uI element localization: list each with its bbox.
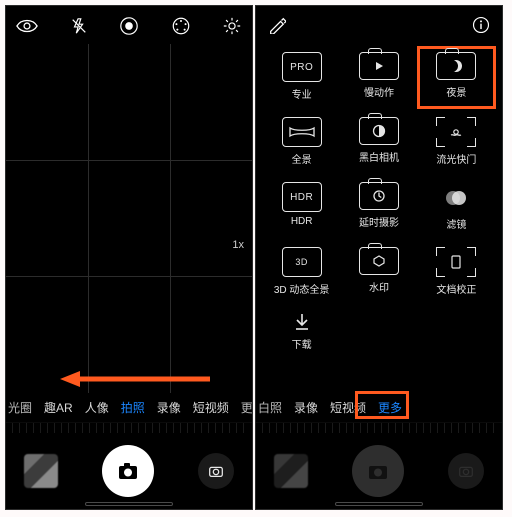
live-photo-icon[interactable] — [119, 16, 139, 36]
mode-photo[interactable]: 拍照 — [121, 399, 145, 416]
tile-label: 夜景 — [446, 84, 466, 99]
tile-label: 黑白相机 — [359, 149, 399, 164]
tile-label: HDR — [291, 216, 313, 227]
tile-slow-motion[interactable]: 慢动作 — [341, 48, 416, 107]
mode-more-partial[interactable]: 更 — [241, 399, 252, 416]
tile-label: 滤镜 — [446, 216, 466, 231]
tile-pro[interactable]: PRO 专业 — [264, 48, 339, 107]
panorama-icon — [282, 117, 322, 147]
shutter-button-disabled — [352, 445, 404, 497]
top-toolbar-more — [256, 6, 502, 40]
annotation-arrow-icon — [60, 369, 210, 389]
filter-icon — [436, 182, 476, 212]
gallery-thumbnail-r[interactable] — [274, 454, 308, 488]
tile-monochrome[interactable]: 黑白相机 — [341, 113, 416, 172]
tile-label: 3D 动态全景 — [274, 281, 330, 296]
mode-ar[interactable]: 趣AR — [44, 399, 73, 416]
mode-short-video-r[interactable]: 短视频 — [330, 399, 366, 416]
mode-tick-indicator-r — [262, 423, 496, 433]
nav-pill-icon — [85, 502, 173, 506]
switch-camera-icon — [457, 462, 475, 480]
camera-icon — [116, 459, 140, 483]
switch-camera-icon — [207, 462, 225, 480]
zoom-level[interactable]: 1x — [232, 239, 244, 251]
slow-motion-icon — [359, 52, 399, 80]
settings-gear-icon[interactable] — [222, 16, 242, 36]
shutter-row-r — [256, 437, 502, 509]
hdr-icon: HDR — [282, 182, 322, 212]
camera-screen-main: 1x 光圈 趣AR 人像 拍照 录像 短视频 更 — [5, 5, 253, 510]
tile-label: 流光快门 — [436, 151, 476, 166]
tile-label: 水印 — [369, 279, 389, 294]
flash-off-icon[interactable] — [70, 17, 88, 35]
tile-label: 文档校正 — [436, 281, 476, 296]
shutter-button[interactable] — [102, 445, 154, 497]
pro-icon: PRO — [282, 52, 322, 82]
download-icon — [292, 312, 312, 332]
docscan-icon — [436, 247, 476, 277]
timelapse-icon — [359, 182, 399, 210]
color-mode-icon[interactable] — [171, 16, 191, 36]
switch-camera-button-disabled — [448, 453, 484, 489]
tile-filter[interactable]: 滤镜 — [419, 178, 494, 237]
tile-light-painting[interactable]: 流光快门 — [419, 113, 494, 172]
camera-viewfinder[interactable]: 1x — [6, 44, 252, 393]
top-toolbar — [6, 6, 252, 44]
gallery-thumbnail[interactable] — [24, 454, 58, 488]
mode-portrait[interactable]: 人像 — [85, 399, 109, 416]
mode-aperture[interactable]: 光圈 — [8, 399, 32, 416]
tile-watermark[interactable]: 水印 — [341, 243, 416, 302]
light-painting-icon — [436, 117, 476, 147]
tile-download[interactable]: 下载 — [264, 308, 339, 357]
tile-label: 全景 — [292, 151, 312, 166]
ai-vision-icon[interactable] — [16, 19, 38, 33]
switch-camera-button[interactable] — [198, 453, 234, 489]
tile-panorama[interactable]: 全景 — [264, 113, 339, 172]
mode-video[interactable]: 录像 — [157, 399, 181, 416]
camera-icon — [366, 459, 390, 483]
mode-more[interactable]: 更多 — [378, 399, 402, 416]
tile-label: 专业 — [292, 86, 312, 101]
night-mode-icon — [436, 52, 476, 80]
tile-document-scan[interactable]: 文档校正 — [419, 243, 494, 302]
tile-3d-panorama[interactable]: 3D 3D 动态全景 — [264, 243, 339, 302]
mode-grid: PRO 专业 慢动作 夜景 全景 — [256, 40, 502, 357]
tile-hdr[interactable]: HDR HDR — [264, 178, 339, 237]
camera-mode-strip[interactable]: 光圈 趣AR 人像 拍照 录像 短视频 更 — [6, 393, 252, 423]
edit-icon[interactable] — [268, 16, 286, 34]
pano3d-icon: 3D — [282, 247, 322, 277]
tile-label: 下载 — [292, 336, 312, 351]
tile-night[interactable]: 夜景 — [419, 48, 494, 107]
mode-tick-indicator — [12, 423, 246, 433]
mode-video-r[interactable]: 录像 — [294, 399, 318, 416]
tile-label: 慢动作 — [364, 84, 394, 99]
mode-photo-partial[interactable]: 白照 — [258, 399, 282, 416]
info-icon[interactable] — [472, 16, 490, 34]
tile-timelapse[interactable]: 延时摄影 — [341, 178, 416, 237]
camera-screen-more-modes: PRO 专业 慢动作 夜景 全景 — [255, 5, 503, 510]
camera-mode-strip-right[interactable]: 白照 录像 短视频 更多 — [256, 393, 502, 423]
watermark-icon — [359, 247, 399, 275]
shutter-row — [6, 437, 252, 509]
monochrome-icon — [359, 117, 399, 145]
nav-pill-icon-r — [335, 502, 423, 506]
tile-label: 延时摄影 — [359, 214, 399, 229]
mode-short-video[interactable]: 短视频 — [193, 399, 229, 416]
